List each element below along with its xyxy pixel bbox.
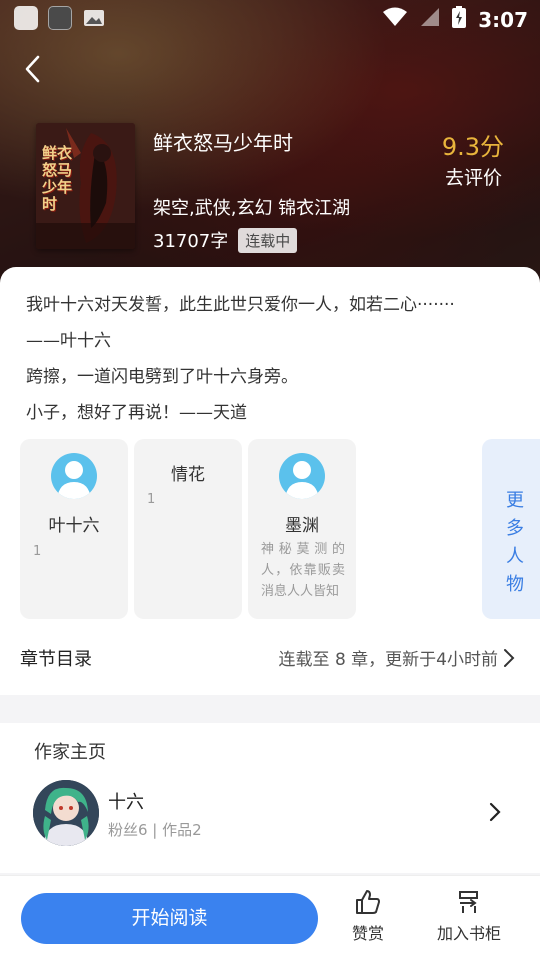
rating-score: 9.3分 (441, 133, 504, 161)
signal-icon (420, 7, 440, 32)
status-bar: 3:07 (0, 0, 540, 36)
avatar (51, 453, 97, 499)
author-stats: 粉丝6 | 作品2 (108, 821, 202, 839)
add-to-shelf-button[interactable]: 加入书柜 (432, 888, 506, 944)
person-icon (57, 461, 91, 499)
book-cover[interactable]: 鲜衣怒马少年时 (36, 123, 135, 249)
chevron-right-icon[interactable] (488, 801, 502, 823)
add-to-shelf-label: 加入书柜 (436, 924, 501, 943)
battery-icon (452, 6, 467, 33)
more-characters-button[interactable]: 更多人物 (482, 439, 540, 619)
word-count: 31707字 (153, 231, 229, 252)
avatar (279, 453, 325, 499)
chevron-left-icon (25, 55, 40, 83)
reward-button[interactable]: 赞赏 (345, 888, 391, 944)
character-desc: 神秘莫测的人，依靠贩卖消息人人皆知 (261, 542, 345, 599)
book-tags: 架空,武侠,玄幻 锦衣江湖 (153, 198, 351, 219)
book-title: 鲜衣怒马少年时 (153, 131, 293, 155)
bottom-action-bar: 开始阅读 赞赏 加入书柜 (0, 875, 540, 960)
image-icon (82, 6, 106, 30)
status-badge: 连载中 (238, 227, 298, 253)
character-card[interactable]: 墨渊 神秘莫测的人，依靠贩卖消息人人皆知 (248, 439, 356, 619)
author-heading: 作家主页 (34, 742, 106, 763)
chapter-list-row[interactable]: 章节目录 连载至 8 章，更新于4小时前 (20, 643, 520, 673)
wifi-icon (382, 7, 408, 32)
reward-label: 赞赏 (351, 924, 384, 943)
chapter-update-info: 连载至 8 章，更新于4小时前 (278, 650, 498, 670)
character-card[interactable]: 情花 1 (134, 439, 242, 619)
chapter-list-label: 章节目录 (20, 649, 92, 670)
character-count: 1 (147, 492, 156, 507)
start-reading-button[interactable]: 开始阅读 (21, 893, 318, 944)
intro-line: 小子，想好了再说！——天道 (26, 403, 247, 423)
intro-line: ——叶十六 (26, 331, 111, 351)
character-list: 叶十六 1 情花 1 墨渊 神秘莫测的人，依靠贩卖消息人人皆知 更多人物 (20, 439, 540, 619)
clock: 3:07 (478, 7, 528, 32)
intro-line: 跨擦，一道闪电劈到了叶十六身旁。 (26, 367, 298, 387)
notification-app-icon (48, 6, 72, 30)
character-name: 墨渊 (285, 516, 319, 536)
character-name: 情花 (171, 465, 205, 485)
cover-title-text: 鲜衣怒马少年时 (42, 144, 73, 213)
avatar-illustration (33, 780, 99, 846)
author-name[interactable]: 十六 (108, 788, 144, 814)
chevron-right-icon (504, 649, 515, 667)
book-info-card: 我叶十六对天发誓，此生此世只爱你一人，如若二心······· ——叶十六 跨擦，… (0, 267, 540, 695)
intro-line: 我叶十六对天发誓，此生此世只爱你一人，如若二心······· (26, 295, 455, 315)
character-card[interactable]: 叶十六 1 (20, 439, 128, 619)
bookshelf-add-icon (459, 891, 478, 913)
character-name: 叶十六 (48, 516, 100, 536)
author-avatar[interactable] (33, 780, 99, 846)
character-count: 1 (33, 544, 42, 559)
thumbs-up-icon (356, 890, 380, 914)
back-button[interactable] (18, 52, 50, 86)
notification-app-icon (14, 6, 38, 30)
book-detail-screen: 3:07 鲜衣怒马少年时 鲜衣怒马少年时 架空,武侠,玄幻 锦衣江湖 31707… (0, 0, 540, 960)
person-icon (285, 461, 319, 499)
author-section: 作家主页 十六 粉丝6 | 作品2 (0, 723, 540, 873)
rate-button[interactable]: 去评价 (445, 163, 502, 190)
book-intro[interactable]: 我叶十六对天发誓，此生此世只爱你一人，如若二心······· ——叶十六 跨擦，… (26, 287, 516, 431)
